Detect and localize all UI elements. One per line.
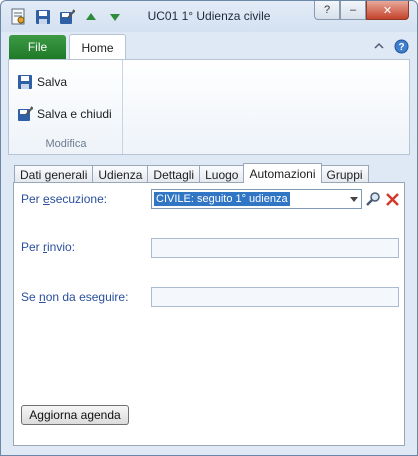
salva-e-chiudi-button[interactable]: Salva e chiudi [17,104,112,124]
aggiorna-agenda-button[interactable]: Aggiorna agenda [21,405,129,425]
tab-automazioni[interactable]: Automazioni [243,163,322,183]
search-icon[interactable] [364,190,382,208]
automazioni-panel: Per esecuzione: CIVILE: seguito 1° udien… [13,182,405,446]
ribbon-panel: Salva Salva e chiudi Modifica [8,59,410,155]
tab-dati-generali[interactable]: Dati generali [14,165,94,183]
per-esecuzione-select[interactable]: CIVILE: seguito 1° udienza [151,189,362,209]
salva-e-chiudi-label: Salva e chiudi [37,107,112,121]
minimize-ribbon-icon[interactable] [371,38,387,54]
title-bar: UC01 1° Udienza civile ? – ✕ [1,1,417,32]
group-label: Modifica [45,138,87,150]
close-icon: ✕ [382,4,393,17]
tab-dettagli[interactable]: Dettagli [147,165,201,183]
salva-button[interactable]: Salva [17,72,67,92]
help-circle-icon[interactable]: ? [393,38,409,54]
ribbon-group-modifica: Salva Salva e chiudi Modifica [9,60,123,154]
window-controls: ? – ✕ [314,1,409,20]
app-window: UC01 1° Udienza civile ? – ✕ File Home ? [0,0,418,456]
ribbon-tab-row: File Home ? [1,32,417,60]
se-non-da-eseguire-label: Se non da eseguire: [21,290,129,304]
close-button[interactable]: ✕ [366,1,409,20]
form-tabs: Dati generali Udienza Dettagli Luogo Aut… [14,163,369,183]
salva-label: Salva [37,75,68,89]
svg-text:?: ? [398,42,404,53]
minimize-button[interactable]: – [340,1,366,20]
dropdown-arrow-icon[interactable] [347,190,361,208]
per-rinvio-label: Per rinvio: [21,240,76,254]
home-tab[interactable]: Home [69,34,126,60]
form-area: Dati generali Udienza Dettagli Luogo Aut… [8,161,410,449]
clear-icon[interactable] [383,190,401,208]
tab-gruppi[interactable]: Gruppi [320,165,369,183]
tab-luogo[interactable]: Luogo [199,165,245,183]
tab-udienza[interactable]: Udienza [92,165,149,183]
save-icon [18,75,32,89]
per-esecuzione-value: CIVILE: seguito 1° udienza [154,192,290,206]
file-tab[interactable]: File [9,35,66,59]
per-rinvio-field[interactable] [151,238,399,258]
help-button[interactable]: ? [314,1,340,20]
per-esecuzione-label: Per esecuzione: [21,192,108,206]
help-icon: ? [323,4,331,16]
save-close-icon [18,106,33,121]
se-non-da-eseguire-field[interactable] [151,287,399,307]
minimize-icon: – [349,4,357,16]
